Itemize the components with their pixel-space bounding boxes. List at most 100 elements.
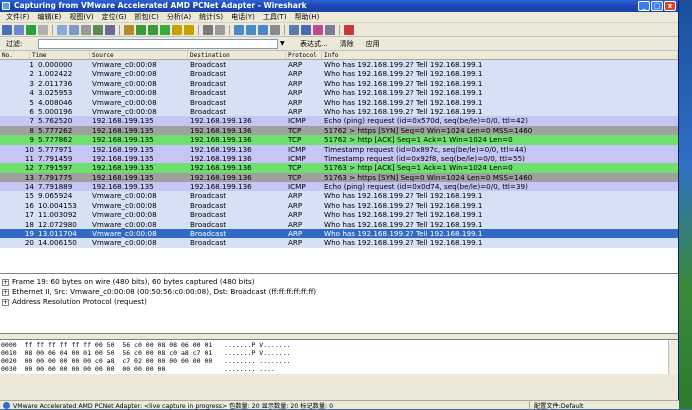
packet-row[interactable]: 18 12.072980 Vmware_c0:00:08 Broadcast ARP Wh…	[0, 219, 678, 230]
column-time[interactable]: Time	[30, 51, 90, 59]
reload-icon[interactable]	[93, 24, 103, 35]
menu-file[interactable]: 文件(F)	[2, 12, 34, 22]
packet-row[interactable]: 16 10.004153 Vmware_c0:00:08 Broadcast ARP Wh…	[0, 200, 678, 211]
packet-cell-time: 0.000000	[38, 60, 73, 69]
packet-cell-src: Vmware_c0:00:08	[92, 229, 157, 239]
packet-cell-time: 2.011736	[38, 78, 73, 88]
detail-ethernet-text: Ethernet II, Src: Vmware_c0:00:08 (00:50…	[12, 287, 317, 296]
packet-row[interactable]: 5 4.008046 Vmware_c0:00:08 Broadcast ARP Who …	[0, 97, 678, 107]
packet-cell-info: Who has 192.168.199.2? Tell 192.168.199.…	[324, 106, 483, 116]
interfaces-icon[interactable]	[2, 24, 12, 35]
menu-edit[interactable]: 编辑(E)	[34, 12, 66, 22]
column-no[interactable]: No.	[0, 51, 30, 59]
preferences-icon[interactable]	[325, 24, 335, 35]
menu-go[interactable]: 定位(G)	[98, 12, 131, 22]
column-destination[interactable]: Destination	[188, 51, 286, 59]
auto-scroll-icon[interactable]	[215, 24, 225, 35]
packet-cell-dst: 192.168.199.136	[190, 116, 252, 126]
column-source[interactable]: Source	[90, 51, 188, 59]
start-capture-icon[interactable]	[26, 24, 36, 35]
filter-dropdown-icon[interactable]: ▼	[280, 39, 288, 49]
minimize-button[interactable]: _	[638, 1, 650, 11]
colorize-icon[interactable]	[203, 24, 213, 35]
hex-line[interactable]: 0020 00 00 00 00 00 00 c0 a8 c7 02 00 00…	[0, 357, 678, 365]
packet-row[interactable]: 12 7.791597 192.168.199.135 192.168.199.136…	[0, 163, 678, 173]
help-icon[interactable]	[344, 24, 354, 35]
title-bar[interactable]: Capturing from VMware Accelerated AMD PC…	[0, 0, 678, 12]
packet-row[interactable]: 9 5.777862 192.168.199.135 192.168.199.136 T…	[0, 135, 678, 145]
packet-row[interactable]: 8 5.777262 192.168.199.135 192.168.199.136 T…	[0, 125, 678, 136]
open-file-icon[interactable]	[57, 24, 67, 35]
capture-filters-icon[interactable]	[289, 24, 299, 35]
menu-capture[interactable]: 抓包(C)	[131, 12, 163, 22]
packet-row[interactable]: 13 7.791775 192.168.199.135 192.168.199.136…	[0, 172, 678, 183]
packet-row[interactable]: 14 7.791889 192.168.199.135 192.168.199.136…	[0, 182, 678, 192]
zoom-out-icon[interactable]	[246, 24, 256, 35]
menu-telephony[interactable]: 电话(Y)	[227, 12, 259, 22]
packet-cell-proto: ARP	[288, 60, 303, 69]
capture-status-icon[interactable]	[3, 401, 10, 409]
hex-line[interactable]: 0000 ff ff ff ff ff ff 00 50 56 c0 00 08…	[0, 341, 678, 349]
profile-status[interactable]: 配置文件:Default	[529, 400, 679, 410]
packet-row[interactable]: 19 13.011704 Vmware_c0:00:08 Broadcast ARP Wh…	[0, 229, 678, 239]
packet-row[interactable]: 17 11.003092 Vmware_c0:00:08 Broadcast ARP Wh…	[0, 210, 678, 220]
hex-line[interactable]: 0010 08 00 06 04 00 01 00 50 56 c0 00 08…	[0, 349, 678, 357]
packet-row[interactable]: 1 0.000000 Vmware_c0:00:08 Broadcast ARP Who …	[0, 60, 678, 70]
find-packet-icon[interactable]	[124, 24, 134, 35]
packet-cell-src: Vmware_c0:00:08	[92, 219, 157, 229]
expression-button[interactable]: 表达式...	[300, 39, 328, 49]
display-filter-input[interactable]	[38, 38, 278, 49]
packet-row[interactable]: 6 5.000196 Vmware_c0:00:08 Broadcast ARP Who …	[0, 106, 678, 117]
clear-button[interactable]: 清除	[340, 39, 354, 49]
menu-analyze[interactable]: 分析(A)	[163, 12, 195, 22]
zoom-normal-icon[interactable]	[258, 24, 268, 35]
column-info[interactable]: Info	[322, 51, 678, 59]
detail-ethernet[interactable]: + Ethernet II, Src: Vmware_c0:00:08 (00:…	[0, 287, 678, 297]
menu-statistics[interactable]: 统计(S)	[195, 12, 227, 22]
go-last-icon[interactable]	[184, 24, 194, 35]
menu-tools[interactable]: 工具(T)	[259, 12, 291, 22]
maximize-button[interactable]: □	[651, 1, 663, 11]
packet-cell-src: Vmware_c0:00:08	[92, 78, 157, 88]
go-to-packet-icon[interactable]	[160, 24, 170, 35]
coloring-rules-icon[interactable]	[313, 24, 323, 35]
packet-cell-time: 12.072980	[38, 219, 77, 229]
save-file-icon[interactable]	[69, 24, 79, 35]
stop-capture-icon[interactable]	[38, 24, 48, 35]
packet-row[interactable]: 2 1.002422 Vmware_c0:00:08 Broadcast ARP Who …	[0, 69, 678, 79]
display-filters-icon[interactable]	[301, 24, 311, 35]
packet-cell-info: Who has 192.168.199.2? Tell 192.168.199.…	[324, 97, 483, 107]
go-forward-icon[interactable]	[148, 24, 158, 35]
detail-arp[interactable]: + Address Resolution Protocol (request)	[0, 297, 678, 307]
print-icon[interactable]	[105, 24, 115, 35]
packet-row[interactable]: 15 9.065924 Vmware_c0:00:08 Broadcast ARP Who…	[0, 191, 678, 201]
expand-icon[interactable]: +	[2, 298, 9, 306]
zoom-in-icon[interactable]	[234, 24, 244, 35]
packet-cell-src: 192.168.199.135	[92, 135, 154, 145]
packet-row[interactable]: 4 3.025953 Vmware_c0:00:08 Broadcast ARP Who …	[0, 88, 678, 98]
bytes-scrollbar[interactable]	[668, 340, 678, 374]
packet-row[interactable]: 11 7.791459 192.168.199.135 192.168.199.136…	[0, 153, 678, 164]
menu-help[interactable]: 帮助(H)	[291, 12, 324, 22]
packet-row[interactable]: 7 5.762520 192.168.199.135 192.168.199.136 I…	[0, 116, 678, 126]
go-back-icon[interactable]	[136, 24, 146, 35]
packet-cell-info: 51762 > http [ACK] Seq=1 Ack=1 Win=1024 …	[324, 135, 513, 145]
close-button[interactable]: x	[664, 1, 676, 11]
apply-button[interactable]: 应用	[366, 39, 380, 49]
menu-view[interactable]: 视图(V)	[65, 12, 97, 22]
packet-cell-time: 7.791459	[38, 153, 73, 163]
packet-row[interactable]: 20 14.006150 Vmware_c0:00:08 Broadcast ARP Wh…	[0, 238, 678, 248]
packet-list: 1 0.000000 Vmware_c0:00:08 Broadcast ARP Who …	[0, 60, 678, 274]
close-file-icon[interactable]	[81, 24, 91, 35]
hex-line[interactable]: 0030 00 00 00 00 00 00 00 00 00 00 00 00…	[0, 365, 678, 373]
resize-columns-icon[interactable]	[270, 24, 280, 35]
options-icon[interactable]	[14, 24, 24, 35]
expand-icon[interactable]: +	[2, 288, 9, 296]
packet-cell-src: Vmware_c0:00:08	[92, 60, 157, 69]
expand-icon[interactable]: +	[2, 278, 9, 286]
go-first-icon[interactable]	[172, 24, 182, 35]
packet-row[interactable]: 3 2.011736 Vmware_c0:00:08 Broadcast ARP Who …	[0, 78, 678, 89]
column-protocol[interactable]: Protocol	[286, 51, 322, 59]
packet-row[interactable]: 10 5.777971 192.168.199.135 192.168.199.136…	[0, 144, 678, 154]
detail-frame[interactable]: + Frame 19: 60 bytes on wire (480 bits),…	[0, 277, 678, 287]
